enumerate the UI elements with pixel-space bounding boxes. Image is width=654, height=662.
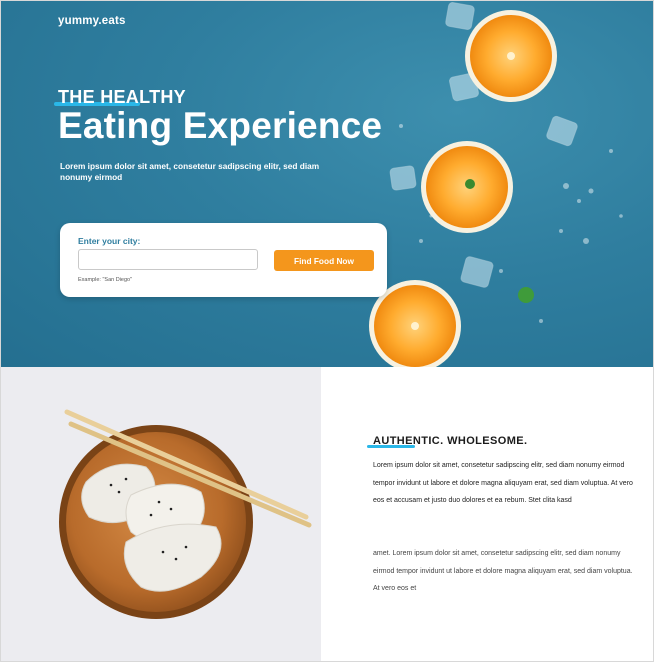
city-search-card: Enter your city: Find Food Now Example: … (60, 223, 387, 297)
city-label: Enter your city: (78, 236, 141, 246)
about-section: AUTHENTIC. WHOLESOME. Lorem ipsum dolor … (321, 367, 653, 661)
dumplings-image (59, 409, 312, 619)
hero-oranges-image (369, 2, 623, 367)
about-paragraph-1: Lorem ipsum dolor sit amet, consetetur s… (373, 462, 633, 504)
feature-image-panel (1, 367, 321, 661)
about-title: AUTHENTIC. WHOLESOME. (373, 435, 528, 447)
hero-lead-text: Lorem ipsum dolor sit amet, consetetur s… (60, 161, 320, 182)
landing-page: yummy.eats THE HEALTHY Eating Experience… (0, 0, 654, 662)
hero-section: yummy.eats THE HEALTHY Eating Experience… (1, 1, 653, 367)
find-food-button[interactable]: Find Food Now (274, 250, 374, 271)
brand-logo[interactable]: yummy.eats (58, 15, 126, 27)
about-paragraph-2: amet. Lorem ipsum dolor sit amet, conset… (373, 550, 633, 592)
city-example-hint: Example: "San Diego" (78, 277, 133, 283)
city-input[interactable] (78, 249, 258, 270)
hero-headline: Eating Experience (58, 105, 383, 146)
